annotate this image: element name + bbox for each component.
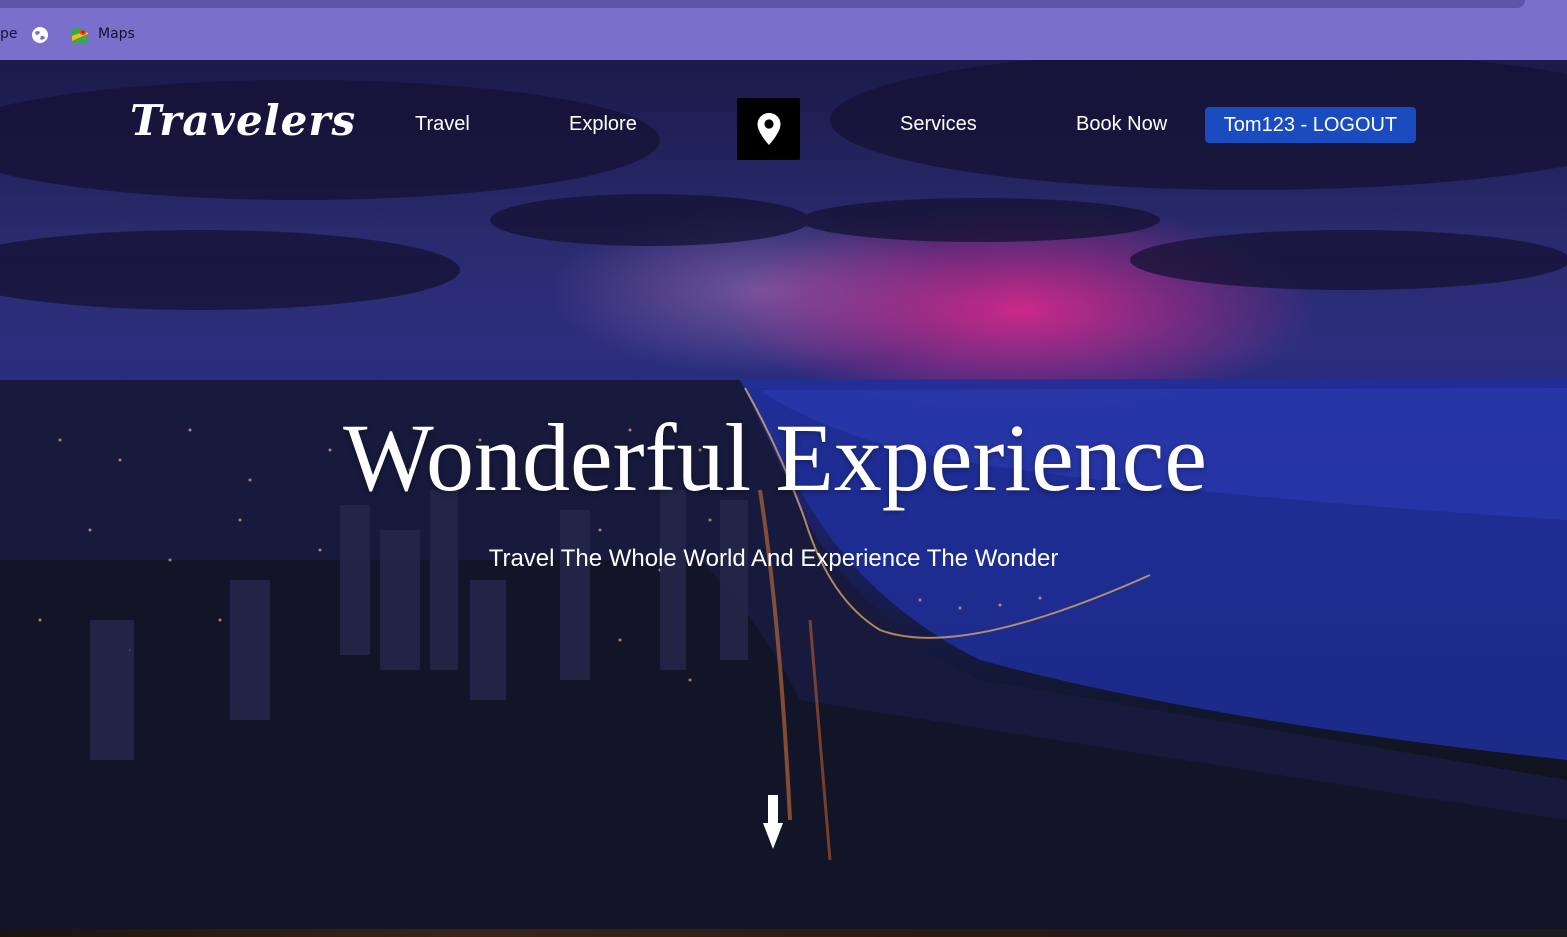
maps-icon[interactable] <box>71 26 89 44</box>
arrow-down-icon[interactable] <box>761 795 785 851</box>
hero-title: Wonderful Experience <box>343 404 1207 511</box>
brand-logo[interactable]: Travelers <box>130 96 356 145</box>
bookmark-maps[interactable]: Maps <box>98 26 135 42</box>
logout-button[interactable]: Tom123 - LOGOUT <box>1205 107 1416 143</box>
nav-link-travel[interactable]: Travel <box>415 113 470 136</box>
location-button[interactable] <box>737 98 800 160</box>
nav-link-services[interactable]: Services <box>900 113 977 136</box>
bookmarks-bar: pe Maps <box>0 0 1567 60</box>
bookmark-truncated[interactable]: pe <box>0 26 18 42</box>
hero-subtitle: Travel The Whole World And Experience Th… <box>488 545 1059 572</box>
page-bottom-strip <box>0 929 1567 937</box>
nav-link-explore[interactable]: Explore <box>569 113 637 136</box>
tab-strip <box>0 0 1525 8</box>
location-pin-icon <box>757 113 780 145</box>
nav-link-book-now[interactable]: Book Now <box>1076 113 1167 136</box>
globe-icon[interactable] <box>31 26 49 44</box>
